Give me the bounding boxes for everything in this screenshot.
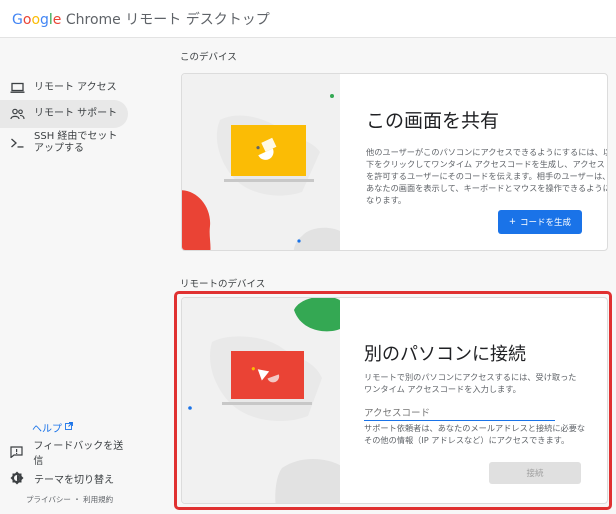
- share-screen-card: この画面を共有 他のユーザーがこのパソコンにアクセスできるようにするには、以下を…: [181, 73, 608, 251]
- generate-code-button[interactable]: + コードを生成: [498, 210, 582, 234]
- share-title: この画面を共有: [366, 110, 500, 132]
- connect-button[interactable]: 接続: [489, 462, 581, 484]
- logo-letter: g: [40, 12, 49, 28]
- brightness-icon: [8, 471, 26, 485]
- feedback-label: フィードバックを送信: [33, 441, 124, 467]
- external-link-icon: [65, 422, 73, 433]
- plus-icon: +: [508, 217, 517, 227]
- logo-letter: G: [12, 12, 23, 28]
- share-illustration: [182, 74, 340, 250]
- connect-description: リモートで別のパソコンにアクセスするには、受け取ったワンタイム アクセスコードを…: [364, 372, 577, 394]
- app-title: Chrome リモート デスクトップ: [65, 12, 270, 28]
- terminal-icon: [8, 137, 26, 149]
- theme-toggle-button[interactable]: テーマを切り替え: [0, 468, 130, 488]
- sidebar-item-remote-support[interactable]: リモート サポート: [0, 100, 128, 128]
- people-icon: [8, 108, 26, 120]
- support-description: サポート依頼者は、あなたのメールアドレスと接続に必要なその他の情報（IP アドレ…: [364, 423, 586, 445]
- logo-letter: e: [52, 12, 62, 28]
- sidebar: リモート アクセス リモート サポート SSH 経由でセットアップする ヘルプ …: [0, 38, 135, 514]
- connect-content: 別のパソコンに接続 リモートで別のパソコンにアクセスするには、受け取ったワンタイ…: [340, 298, 607, 503]
- laptop-icon: [8, 82, 26, 94]
- sidebar-item-label: リモート サポート: [34, 108, 118, 119]
- app-logo: Google Chrome リモート デスクトップ: [12, 9, 270, 29]
- feedback-button[interactable]: フィードバックを送信: [0, 441, 130, 467]
- sidebar-item-remote-access[interactable]: リモート アクセス: [0, 74, 128, 102]
- section-label-remote-device: リモートのデバイス: [180, 279, 266, 290]
- sidebar-item-label: SSH 経由でセットアップする: [34, 131, 118, 154]
- legal-links[interactable]: プライバシー ・ 利用規約: [26, 494, 113, 505]
- feedback-icon: [8, 446, 25, 458]
- share-description: 他のユーザーがこのパソコンにアクセスできるようにするには、以下をクリックしてワン…: [366, 147, 608, 205]
- connect-card: 別のパソコンに接続 リモートで別のパソコンにアクセスするには、受け取ったワンタイ…: [181, 297, 608, 504]
- sidebar-item-label: リモート アクセス: [34, 82, 117, 93]
- generate-code-label: コードを生成: [520, 218, 572, 228]
- section-label-this-device: このデバイス: [180, 52, 237, 63]
- app-bar: Google Chrome リモート デスクトップ: [0, 0, 616, 38]
- sidebar-item-ssh[interactable]: SSH 経由でセットアップする: [0, 128, 128, 158]
- help-label: ヘルプ: [32, 424, 62, 435]
- access-code-input[interactable]: [364, 406, 555, 421]
- share-content: この画面を共有 他のユーザーがこのパソコンにアクセスできるようにするには、以下を…: [340, 74, 607, 250]
- theme-label: テーマを切り替え: [34, 474, 114, 486]
- connect-illustration: [182, 298, 340, 503]
- help-link[interactable]: ヘルプ: [32, 420, 73, 435]
- connect-title: 別のパソコンに接続: [364, 344, 526, 365]
- logo-letter: o: [31, 12, 41, 28]
